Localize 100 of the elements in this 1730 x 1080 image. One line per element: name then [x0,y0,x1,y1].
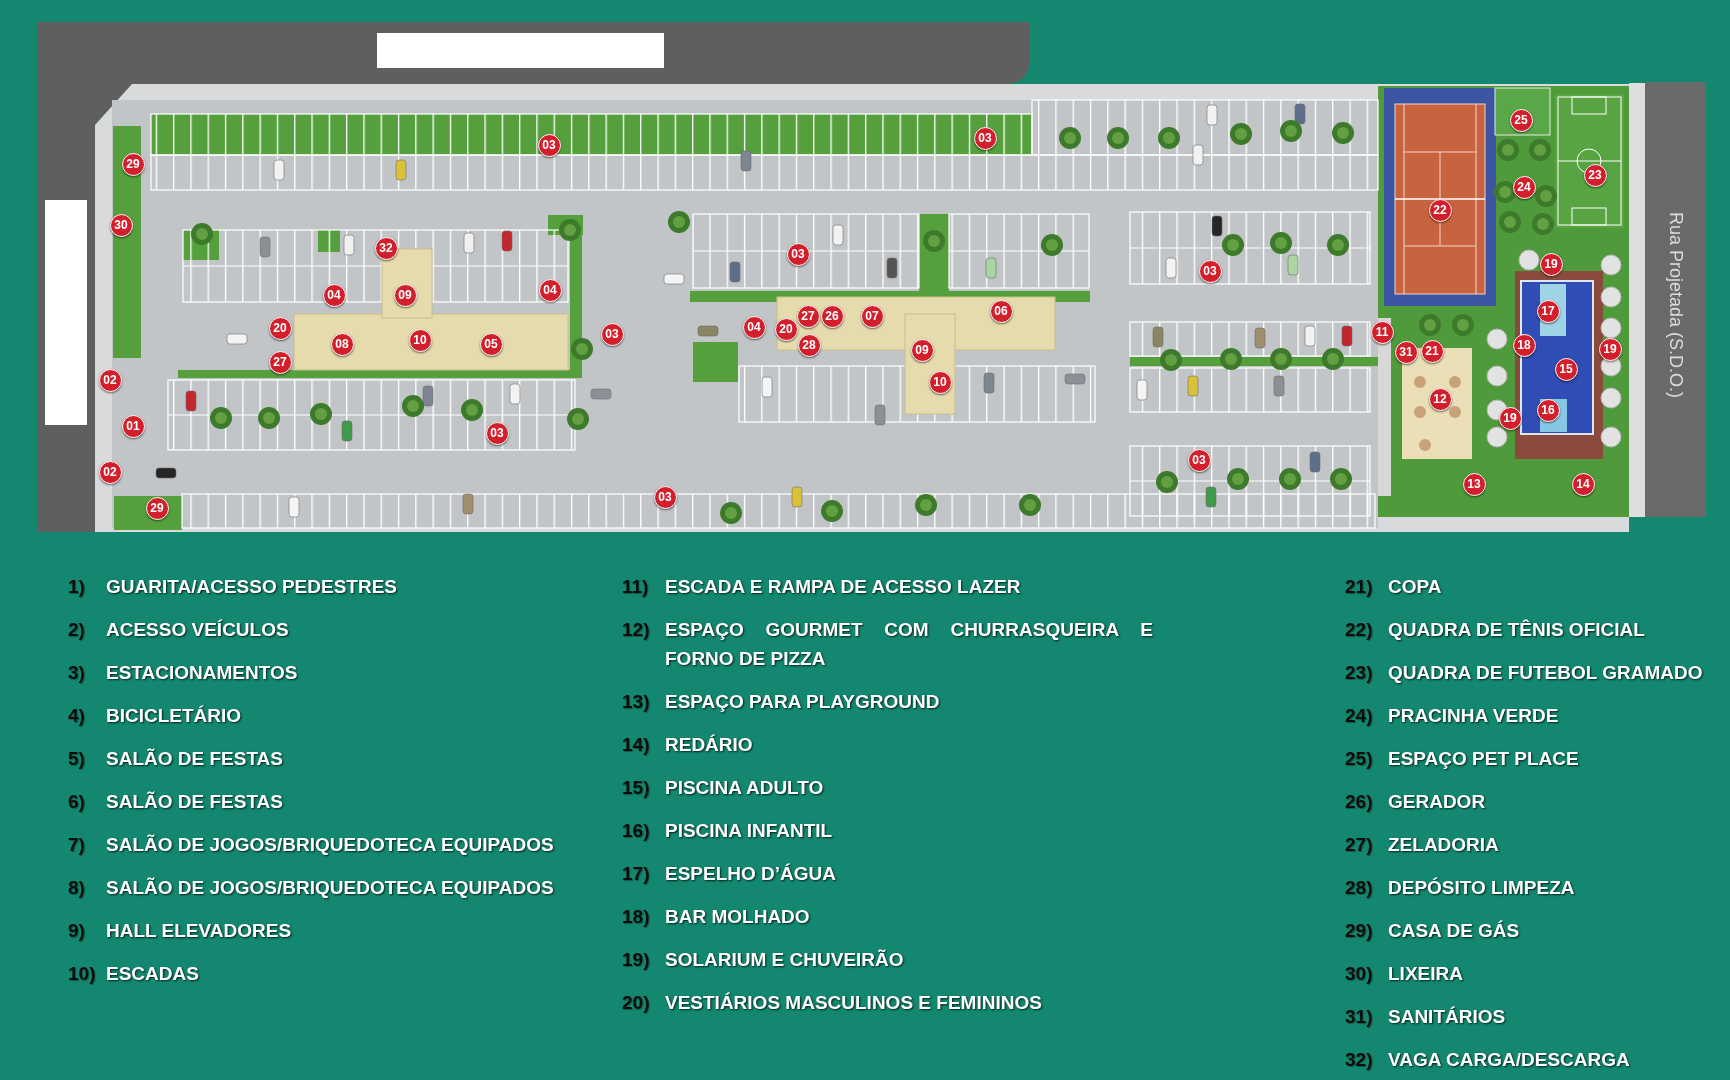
legend-label: SALÃO DE JOGOS/BRIQUEDOTECA EQUIPADOS [106,876,554,900]
car [1152,326,1164,348]
tree [1059,127,1081,149]
car [341,420,353,442]
legend-label: VESTIÁRIOS MASCULINOS E FEMININOS [665,991,1043,1015]
legend-label: ESPAÇO GOURMET COM CHURRASQUEIRA E FORNO DE PIZZA [665,618,1153,671]
car [501,230,513,252]
car [422,385,434,407]
umbrella [1486,426,1508,448]
car [1211,215,1223,237]
umbrella [1600,426,1622,448]
legend-number: 21) [1345,575,1374,599]
car [509,383,521,405]
road-label: Rua Projetada (S.D.O.) [1665,211,1687,399]
legend-label: ESPAÇO PET PLACE [1388,747,1579,771]
legend-label: HALL ELEVADORES [106,919,292,943]
car [590,388,612,400]
tree [1227,468,1249,490]
legend-label: QUADRA DE TÊNIS OFICIAL [1388,618,1645,642]
car [1294,103,1306,125]
legend-label: LIXEIRA [1388,962,1463,986]
legend-label: ACESSO VEÍCULOS [106,618,289,642]
legend-number: 18) [622,905,651,929]
tree [559,219,581,241]
car [462,493,474,515]
legend-number: 7) [68,833,86,857]
tree [1497,139,1519,161]
car [155,467,177,479]
car [1064,373,1086,385]
tree [1230,123,1252,145]
table [1414,376,1426,388]
legend-number: 30) [1345,962,1374,986]
legend-number: 1) [68,575,86,599]
legend-label: REDÁRIO [665,733,754,757]
legend-number: 16) [622,819,651,843]
car [663,273,685,285]
legend-number: 8) [68,876,86,900]
legend-label: SALÃO DE FESTAS [106,747,283,771]
tree [1156,471,1178,493]
car [740,150,752,172]
car [273,159,285,181]
legend-label: PISCINA ADULTO [665,776,825,800]
car [259,236,271,258]
legend-number: 10) [68,962,97,986]
tree [720,502,742,524]
tree [1499,211,1521,233]
car [983,372,995,394]
table [1419,439,1431,451]
car [226,333,248,345]
tree [668,211,690,233]
legend-number: 14) [622,733,651,757]
legend-label: SOLARIUM E CHUVEIRÃO [665,948,905,972]
car [463,232,475,254]
tree [1279,468,1301,490]
car [874,404,886,426]
legend-label: CASA DE GÁS [1388,919,1520,943]
tree [1107,127,1129,149]
car [985,257,997,279]
car [761,376,773,398]
car [791,486,803,508]
tree [1332,122,1354,144]
car [832,224,844,246]
tree [1270,348,1292,370]
legend-label: ESTACIONAMENTOS [106,661,298,685]
tree [1280,120,1302,142]
legend-label: PRACINHA VERDE [1388,704,1559,728]
legend-label: SALÃO DE JOGOS/BRIQUEDOTECA EQUIPADOS [106,833,554,857]
tree [1222,234,1244,256]
grass-strip [114,496,182,530]
tree [402,395,424,417]
legend-number: 26) [1345,790,1374,814]
legend-number: 9) [68,919,86,943]
table [1449,406,1461,418]
legend-number: 29) [1345,919,1374,943]
legend-number: 6) [68,790,86,814]
tree [1532,213,1554,235]
car [288,496,300,518]
table [1449,376,1461,388]
tree [1019,494,1041,516]
legend-label: ESPAÇO PARA PLAYGROUND [665,690,941,714]
tree [461,399,483,421]
tree [1452,314,1474,336]
legend-label: BICICLETÁRIO [106,704,242,728]
tree [191,223,213,245]
legend-number: 24) [1345,704,1374,728]
legend-number: 19) [622,948,651,972]
umbrella [1600,254,1622,276]
legend-label: ESCADA E RAMPA DE ACESSO LAZER [665,575,1022,599]
car [1206,104,1218,126]
tree [1535,185,1557,207]
legend-label: ESCADAS [106,962,199,986]
car [1136,379,1148,401]
legend-number: 17) [622,862,651,886]
legend-label: SANITÁRIOS [1388,1005,1506,1029]
car [1273,375,1285,397]
legend-label: DEPÓSITO LIMPEZA [1388,876,1575,900]
umbrella [1600,387,1622,409]
tree [923,230,945,252]
legend-number: 11) [622,575,650,599]
tree [571,338,593,360]
